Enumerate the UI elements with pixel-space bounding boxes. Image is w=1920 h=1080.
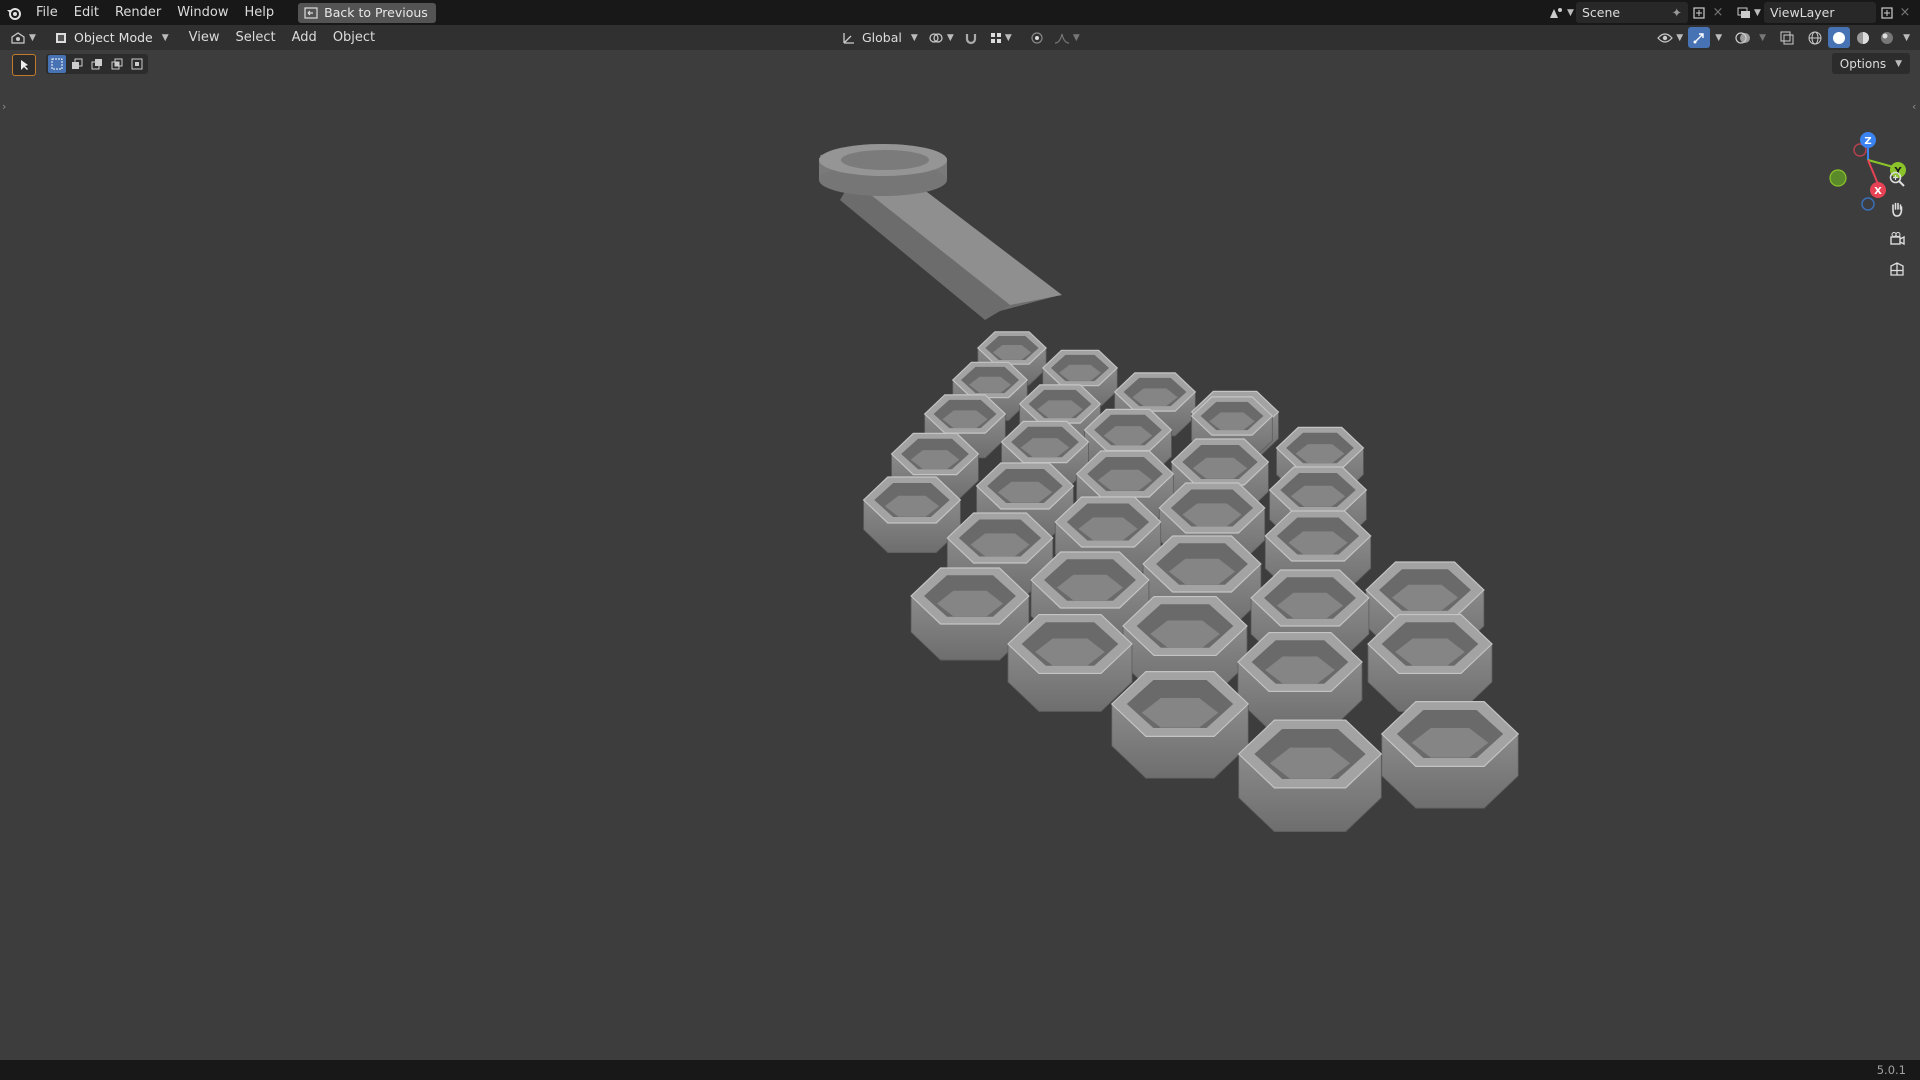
- honeycomb-cell: [1237, 631, 1363, 730]
- menu-add[interactable]: Add: [284, 25, 325, 50]
- scene-name: Scene: [1582, 5, 1621, 20]
- viewport-header: ▼ Object Mode ▼ View Select Add Object G…: [0, 25, 1920, 50]
- gizmo-toggle-icon[interactable]: [1688, 27, 1711, 48]
- falloff-curve-icon[interactable]: ▼: [1052, 27, 1082, 48]
- status-bar: 5.0.1: [0, 1060, 1920, 1080]
- pivot-point-icon[interactable]: ▼: [926, 27, 956, 48]
- top-bar: File Edit Render Window Help Back to Pre…: [0, 0, 1920, 25]
- snap-magnet-icon[interactable]: [960, 27, 982, 48]
- honeycomb-spoon-model[interactable]: [819, 144, 1520, 832]
- ortho-grid-icon[interactable]: [1884, 256, 1910, 282]
- select-subtract-icon[interactable]: [88, 55, 106, 73]
- proportional-edit-icon[interactable]: [1026, 27, 1048, 48]
- menu-render[interactable]: Render: [107, 0, 169, 25]
- view-layer-name: ViewLayer: [1770, 5, 1835, 20]
- blender-logo-icon[interactable]: [0, 0, 28, 25]
- version-label: 5.0.1: [1876, 1063, 1906, 1077]
- view-layer-field[interactable]: ViewLayer: [1764, 2, 1876, 23]
- orientation-axes-icon: [843, 32, 854, 44]
- options-label: Options: [1839, 56, 1887, 71]
- select-tool-icon[interactable]: [12, 54, 36, 76]
- remove-view-layer-icon[interactable]: ×: [1898, 2, 1912, 23]
- menu-object[interactable]: Object: [325, 25, 383, 50]
- sidebar-toggle-icon[interactable]: ›: [2, 100, 6, 113]
- editor-type-icon[interactable]: ▼: [6, 27, 40, 48]
- spoon-handle: [819, 144, 1062, 320]
- new-view-layer-icon[interactable]: [1876, 2, 1898, 23]
- viewport-display-tools: ▼ ▼ ▼ ▼: [1654, 27, 1910, 48]
- select-invert-icon[interactable]: [108, 55, 126, 73]
- orientation-label: Global: [862, 30, 902, 45]
- scene-controls: ▼ Scene ✦ × ▼ ViewLayer ×: [1546, 2, 1912, 23]
- view-layer-icon[interactable]: ▼: [1734, 2, 1764, 23]
- scene-name-field[interactable]: Scene ✦: [1576, 2, 1688, 23]
- menu-file[interactable]: File: [28, 0, 66, 25]
- select-intersect-icon[interactable]: [128, 55, 146, 73]
- menu-help[interactable]: Help: [237, 0, 283, 25]
- honeycomb-cell: [1007, 613, 1133, 712]
- honeycomb-cell: [1367, 613, 1493, 712]
- wireframe-shading-icon[interactable]: [1804, 27, 1826, 48]
- xray-toggle-icon[interactable]: [1776, 27, 1798, 48]
- rendered-shading-icon[interactable]: [1876, 27, 1898, 48]
- scene-icon[interactable]: ▼: [1546, 2, 1576, 23]
- back-screen-icon: [304, 6, 318, 19]
- new-scene-icon[interactable]: [1688, 2, 1710, 23]
- transform-orientation-dropdown[interactable]: Global ▼: [838, 27, 922, 48]
- gizmo-z-label: Z: [1864, 136, 1871, 147]
- hand-pan-icon[interactable]: [1884, 196, 1910, 222]
- pin-icon[interactable]: ✦: [1672, 5, 1682, 20]
- tool-settings-row: [12, 54, 148, 76]
- camera-view-icon[interactable]: [1884, 226, 1910, 252]
- select-extend-icon[interactable]: [68, 55, 86, 73]
- overlays-icon[interactable]: [1732, 27, 1754, 48]
- mode-label: Object Mode: [74, 30, 153, 45]
- menu-select[interactable]: Select: [228, 25, 284, 50]
- options-dropdown[interactable]: Options ▼: [1831, 53, 1910, 74]
- solid-shading-icon[interactable]: [1828, 27, 1851, 48]
- menu-edit[interactable]: Edit: [66, 0, 107, 25]
- menu-window[interactable]: Window: [169, 0, 236, 25]
- menu-view[interactable]: View: [181, 25, 228, 50]
- close-icon[interactable]: ×: [1710, 2, 1726, 23]
- 3d-viewport[interactable]: › ‹ Z Y X: [0, 50, 1920, 1060]
- object-mode-icon: [56, 32, 66, 43]
- honeycomb-cell: [862, 476, 962, 554]
- selection-mode-group: [46, 54, 148, 74]
- selectability-eye-icon[interactable]: ▼: [1654, 27, 1686, 48]
- material-shading-icon[interactable]: [1852, 27, 1874, 48]
- back-to-previous-label: Back to Previous: [324, 5, 428, 20]
- n-panel-toggle-icon[interactable]: ‹: [1912, 100, 1916, 113]
- honeycomb-cells: [862, 331, 1520, 832]
- back-to-previous-button[interactable]: Back to Previous: [298, 2, 436, 23]
- honeycomb-cell: [1380, 701, 1520, 809]
- select-new-icon[interactable]: [48, 55, 66, 73]
- object-mode-dropdown[interactable]: Object Mode ▼: [48, 27, 175, 48]
- honeycomb-cell: [1237, 719, 1383, 832]
- zoom-icon[interactable]: [1884, 166, 1910, 192]
- viewport-canvas: › ‹ Z Y X: [2, 100, 1916, 832]
- gizmo-x-label: X: [1874, 186, 1882, 197]
- transform-tools: Global ▼ ▼ ▼ ▼: [838, 27, 1082, 48]
- honeycomb-cell: [1110, 671, 1250, 779]
- snap-increment-icon[interactable]: ▼: [986, 27, 1016, 48]
